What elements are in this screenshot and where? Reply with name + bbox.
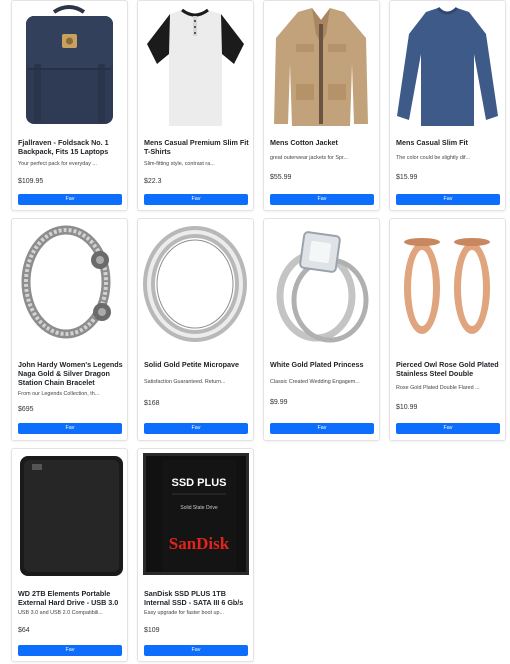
product-description: Easy upgrade for faster boot up... bbox=[144, 610, 225, 616]
product-description: The color could be slightly dif... bbox=[396, 155, 471, 161]
product-title: White Gold Plated Princess bbox=[270, 360, 364, 369]
product-title: Mens Cotton Jacket bbox=[270, 138, 338, 147]
product-title: Mens Casual Premium Slim Fit T-Shirts bbox=[144, 138, 249, 156]
princess-ring-image bbox=[268, 222, 375, 346]
fav-button[interactable]: Fav bbox=[270, 423, 374, 434]
product-title: Mens Casual Slim Fit bbox=[396, 138, 468, 147]
product-price: $64 bbox=[18, 627, 30, 634]
product-description: great outerwear jackets for Spr... bbox=[270, 155, 348, 161]
fav-button[interactable]: Fav bbox=[144, 194, 248, 205]
fav-button[interactable]: Fav bbox=[270, 194, 374, 205]
fav-button[interactable]: Fav bbox=[18, 423, 122, 434]
product-grid: Fjallraven - Foldsack No. 1 Backpack, Fi… bbox=[0, 0, 510, 664]
fav-button[interactable]: Fav bbox=[396, 423, 500, 434]
product-card: John Hardy Women's Legends Naga Gold & S… bbox=[11, 218, 128, 441]
ssd-sub-text: Solid State Drive bbox=[180, 505, 217, 511]
product-title: SanDisk SSD PLUS 1TB Internal SSD - SATA… bbox=[144, 589, 244, 607]
product-card: Mens Cotton Jacket great outerwear jacke… bbox=[263, 0, 380, 211]
product-price: $22.3 bbox=[144, 178, 162, 185]
backpack-image bbox=[16, 4, 123, 128]
product-price: $55.99 bbox=[270, 174, 292, 181]
ssd-image: SSD PLUS Solid State Drive SanDisk bbox=[142, 452, 249, 576]
fav-button[interactable]: Fav bbox=[144, 645, 248, 656]
product-description: Slim-fitting style, contrast ra... bbox=[144, 161, 215, 167]
product-title: Fjallraven - Foldsack No. 1 Backpack, Fi… bbox=[18, 138, 109, 156]
product-card: WD 2TB Elements Portable External Hard D… bbox=[11, 448, 128, 662]
fav-button[interactable]: Fav bbox=[18, 194, 122, 205]
fav-button[interactable]: Fav bbox=[18, 645, 122, 656]
product-title: John Hardy Women's Legends Naga Gold & S… bbox=[18, 360, 123, 387]
product-description: Classic Created Wedding Engagem... bbox=[270, 379, 360, 385]
fav-button[interactable]: Fav bbox=[396, 194, 500, 205]
product-card: Fjallraven - Foldsack No. 1 Backpack, Fi… bbox=[11, 0, 128, 211]
longsleeve-image bbox=[394, 4, 501, 128]
product-price: $109 bbox=[144, 627, 160, 634]
jacket-image bbox=[268, 4, 375, 128]
hard-drive-image bbox=[16, 452, 123, 576]
product-price: $10.99 bbox=[396, 404, 418, 411]
ssd-logo-text: SanDisk bbox=[169, 534, 230, 553]
product-card: Mens Casual Premium Slim Fit T-Shirts Sl… bbox=[137, 0, 254, 211]
product-card: Mens Casual Slim Fit The color could be … bbox=[389, 0, 506, 211]
product-description: USB 3.0 and USB 2.0 Compatibili... bbox=[18, 610, 103, 616]
product-description: Satisfaction Guaranteed. Return... bbox=[144, 379, 226, 385]
bracelet-image bbox=[16, 222, 123, 346]
earrings-image bbox=[394, 222, 501, 346]
product-title: Solid Gold Petite Micropave bbox=[144, 360, 240, 369]
product-price: $695 bbox=[18, 406, 34, 413]
ring-image bbox=[142, 222, 249, 346]
product-price: $15.99 bbox=[396, 174, 418, 181]
tshirt-image bbox=[142, 4, 249, 128]
product-description: From our Legends Collection, th... bbox=[18, 391, 100, 397]
product-description: Your perfect pack for everyday ... bbox=[18, 161, 97, 167]
ssd-brand-text: SSD PLUS bbox=[171, 477, 226, 489]
product-title: Pierced Owl Rose Gold Plated Stainless S… bbox=[396, 360, 499, 378]
product-description: Rose Gold Plated Double Flared ... bbox=[396, 385, 480, 391]
product-price: $9.99 bbox=[270, 399, 288, 406]
product-price: $109.95 bbox=[18, 178, 44, 185]
product-card: Pierced Owl Rose Gold Plated Stainless S… bbox=[389, 218, 506, 441]
product-card: White Gold Plated Princess Classic Creat… bbox=[263, 218, 380, 441]
product-card: SSD PLUS Solid State Drive SanDisk SanDi… bbox=[137, 448, 254, 662]
fav-button[interactable]: Fav bbox=[144, 423, 248, 434]
product-price: $168 bbox=[144, 400, 160, 407]
product-title: WD 2TB Elements Portable External Hard D… bbox=[18, 589, 119, 607]
product-card: Solid Gold Petite Micropave Satisfaction… bbox=[137, 218, 254, 441]
